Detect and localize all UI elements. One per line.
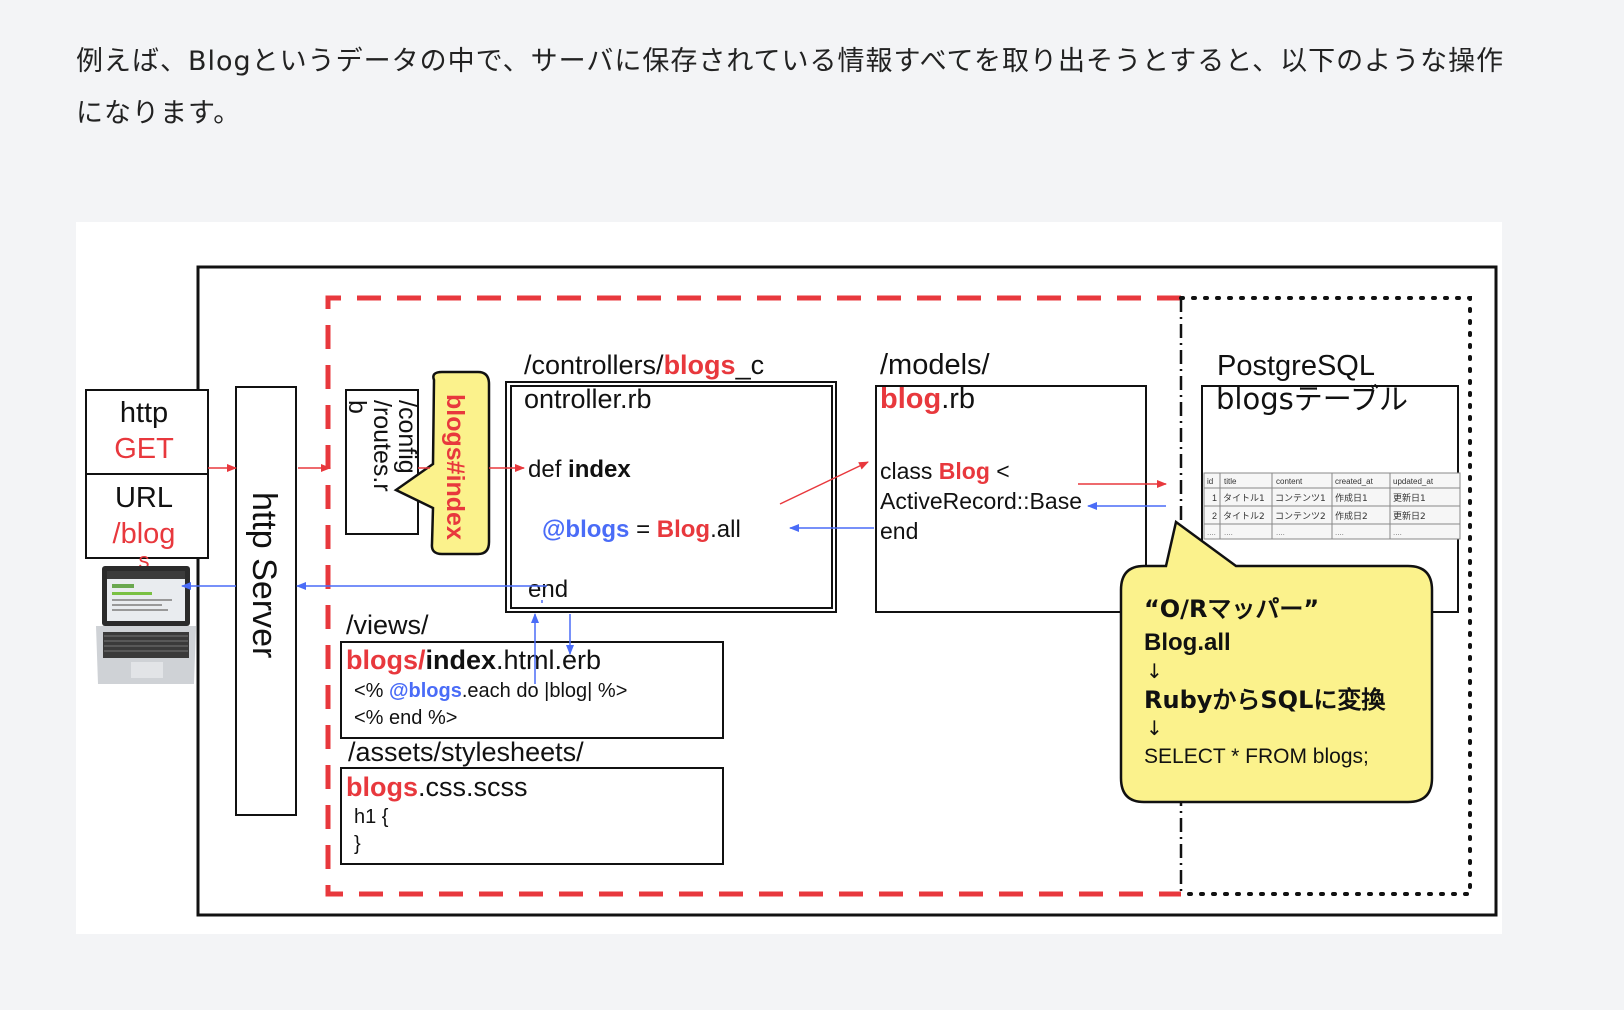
orm-arrow-1: ↓ <box>1146 659 1163 683</box>
routes-path-line3: b <box>343 400 371 414</box>
views-file-red: blogs/ <box>346 645 426 675</box>
model-file-red: blog <box>880 383 941 415</box>
row3-updated: .... <box>1393 528 1402 537</box>
row2-created: 作成日2 <box>1335 510 1368 522</box>
model-path: /models/ <box>880 349 991 381</box>
routes-path-line2: /routes.r <box>368 400 396 492</box>
col-created-at: created_at <box>1335 477 1374 486</box>
controller-file-box: /controllers/blogs_c ontroller.rb def in… <box>505 350 837 613</box>
row3-title: .... <box>1224 528 1233 537</box>
model-file-suffix: .rb <box>941 383 975 415</box>
row3-id: .... <box>1207 528 1216 537</box>
laptop-icon <box>96 566 196 684</box>
routes-path-line1: /config <box>393 400 421 474</box>
controller-path: /controllers/blogs_c <box>524 350 764 380</box>
routes-action-label: blogs#index <box>441 394 469 540</box>
rails-architecture-diagram: http GET URL /blog s http Server /config… <box>85 265 1498 917</box>
row2-updated: 更新日2 <box>1393 510 1426 522</box>
db-table-label: blogsテーブル <box>1216 382 1408 416</box>
controller-assignment-line: @blogs = Blog.all <box>542 516 741 543</box>
http-get-label: GET <box>114 433 174 465</box>
all-call: .all <box>710 516 741 543</box>
views-file-suffix: .html.erb <box>496 645 601 675</box>
views-file-box: /views/ blogs/index.html.erb <% @blogs.e… <box>340 610 724 739</box>
row2-content: コンテンツ2 <box>1275 511 1326 522</box>
class-keyword: class <box>880 458 932 484</box>
model-filename: blog.rb <box>880 383 975 415</box>
orm-arrow-2: ↓ <box>1146 716 1163 740</box>
each-do: .each do |blog| %> <box>462 680 628 702</box>
controller-def-line: def index <box>528 456 631 483</box>
row3-content: .... <box>1276 528 1285 537</box>
assets-filename: blogs.css.scss <box>346 772 528 802</box>
row3-created: .... <box>1335 528 1344 537</box>
controller-path-prefix: /controllers/ <box>524 350 664 380</box>
row2-id: 2 <box>1212 511 1217 521</box>
row1-updated: 更新日1 <box>1393 492 1426 504</box>
url-label: URL <box>115 482 173 514</box>
model-class-line: class Blog < <box>880 458 1010 484</box>
orm-blog-all: Blog.all <box>1144 629 1231 656</box>
http-server-box: http Server <box>235 386 297 816</box>
controller-end: end <box>528 576 568 603</box>
views-code-line2: <% end %> <box>354 707 457 729</box>
orm-sql-query: SELECT * FROM blogs; <box>1144 745 1369 768</box>
controller-path-suffix: _c <box>735 350 765 380</box>
assets-path: /assets/stylesheets/ <box>348 737 584 767</box>
def-keyword: def <box>528 456 562 483</box>
orm-ruby-to-sql: RubyからSQLに変換 <box>1144 686 1386 714</box>
views-filename: blogs/index.html.erb <box>346 645 601 675</box>
blogs-table: id title content created_at updated_at 1… <box>1203 472 1461 540</box>
http-server-label: http Server <box>245 492 283 658</box>
model-file-box: /models/ blog.rb class Blog < ActiveReco… <box>875 349 1147 613</box>
controller-path-red: blogs <box>664 350 736 380</box>
row1-id: 1 <box>1212 493 1217 503</box>
row1-title: タイトル1 <box>1223 493 1265 504</box>
http-label: http <box>120 397 168 429</box>
assets-code-line2: } <box>354 833 361 855</box>
assets-code-line1: h1 { <box>354 806 389 828</box>
intro-line-2: になります。 <box>76 98 242 129</box>
blogs-ivar: @blogs <box>542 516 629 543</box>
intro-line-1: 例えば、Blogというデータの中で、サーバに保存されている情報すべてを取り出そう… <box>76 46 1505 77</box>
col-title: title <box>1224 477 1237 486</box>
orm-title: “O/Rマッパー” <box>1144 595 1319 623</box>
views-code-line1: <% @blogs.each do |blog| %> <box>354 680 627 702</box>
erb-open: <% <box>354 680 384 702</box>
blog-class-name: Blog <box>939 458 990 484</box>
row2-title: タイトル2 <box>1223 511 1265 522</box>
controller-filename: ontroller.rb <box>524 384 652 414</box>
assets-file-box: /assets/stylesheets/ blogs.css.scss h1 {… <box>340 737 724 865</box>
db-title: PostgreSQL <box>1217 350 1375 382</box>
blog-model-ref: Blog <box>657 516 710 543</box>
views-file-bold: index <box>426 645 497 675</box>
views-path: /views/ <box>346 610 429 640</box>
rails-architecture-figure: http GET URL /blog s http Server /config… <box>76 222 1502 934</box>
client-request-box: http GET URL /blog s <box>85 389 209 573</box>
intro-text: 例えば、Blogというデータの中で、サーバに保存されている情報すべてを取り出そう… <box>76 36 1616 140</box>
index-method-name: index <box>568 456 631 483</box>
row1-content: コンテンツ1 <box>1275 493 1326 504</box>
assets-file-suffix: .css.scss <box>418 772 528 802</box>
assets-file-red: blogs <box>346 772 418 802</box>
model-superclass: ActiveRecord::Base <box>880 488 1082 514</box>
routes-file-box: /config /routes.r b <box>343 389 421 535</box>
row1-created: 作成日1 <box>1335 492 1368 504</box>
equals-sign: = <box>636 516 650 543</box>
col-id: id <box>1207 477 1213 486</box>
col-updated-at: updated_at <box>1393 477 1434 486</box>
model-end: end <box>880 518 918 544</box>
col-content: content <box>1276 477 1303 486</box>
inherit-sign: < <box>996 458 1009 484</box>
views-blogs-ivar: @blogs <box>389 680 462 702</box>
url-value: /blog <box>113 518 176 550</box>
